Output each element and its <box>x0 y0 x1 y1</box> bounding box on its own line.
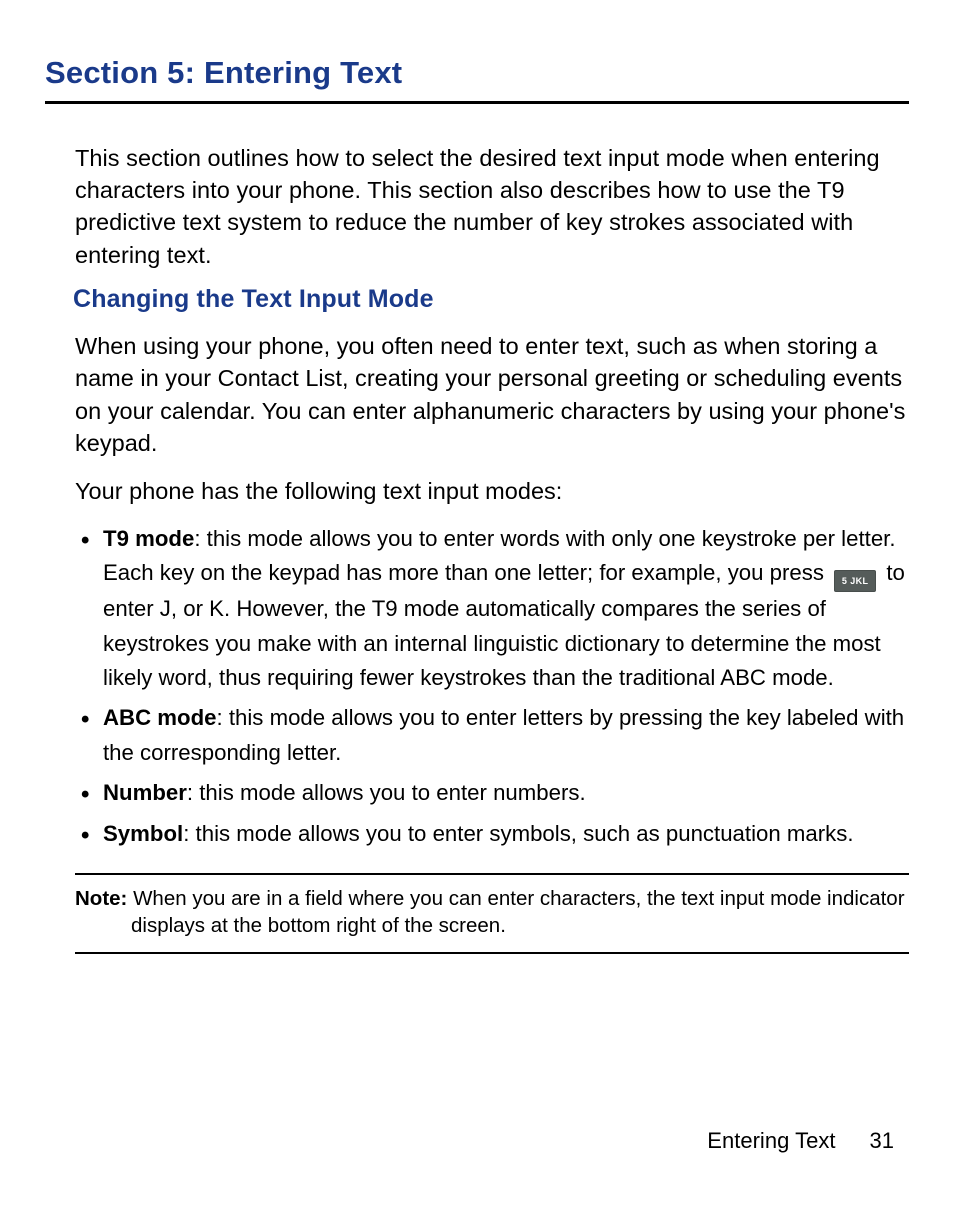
page-footer: Entering Text 31 <box>707 1128 894 1154</box>
sub-heading: Changing the Text Input Mode <box>73 285 909 314</box>
footer-page-number: 31 <box>870 1128 894 1154</box>
intro-paragraph: This section outlines how to select the … <box>75 142 909 271</box>
list-item-symbol: Symbol: this mode allows you to enter sy… <box>77 817 909 851</box>
list-item-abc: ABC mode: this mode allows you to enter … <box>77 701 909 770</box>
t9-text-pre: : this mode allows you to enter words wi… <box>103 526 896 585</box>
symbol-label: Symbol <box>103 821 183 846</box>
t9-label: T9 mode <box>103 526 194 551</box>
footer-section-name: Entering Text <box>707 1128 835 1154</box>
keypad-5-icon: 5 JKL <box>834 570 876 592</box>
list-item-number: Number: this mode allows you to enter nu… <box>77 776 909 810</box>
abc-text: : this mode allows you to enter letters … <box>103 705 904 764</box>
body-paragraph-2: Your phone has the following text input … <box>75 475 909 507</box>
section-title: Section 5: Entering Text <box>45 55 909 91</box>
note-label: Note: <box>75 887 127 910</box>
page: Section 5: Entering Text This section ou… <box>0 0 954 1209</box>
number-text: : this mode allows you to enter numbers. <box>187 780 586 805</box>
mode-list: T9 mode: this mode allows you to enter w… <box>77 522 909 851</box>
note-text: When you are in a field where you can en… <box>127 887 904 937</box>
number-label: Number <box>103 780 187 805</box>
body-paragraph-1: When using your phone, you often need to… <box>75 330 909 460</box>
title-divider <box>45 101 909 104</box>
symbol-text: : this mode allows you to enter symbols,… <box>183 821 853 846</box>
note-block: Note: When you are in a field where you … <box>75 873 909 954</box>
list-item-t9: T9 mode: this mode allows you to enter w… <box>77 522 909 696</box>
abc-label: ABC mode <box>103 705 217 730</box>
